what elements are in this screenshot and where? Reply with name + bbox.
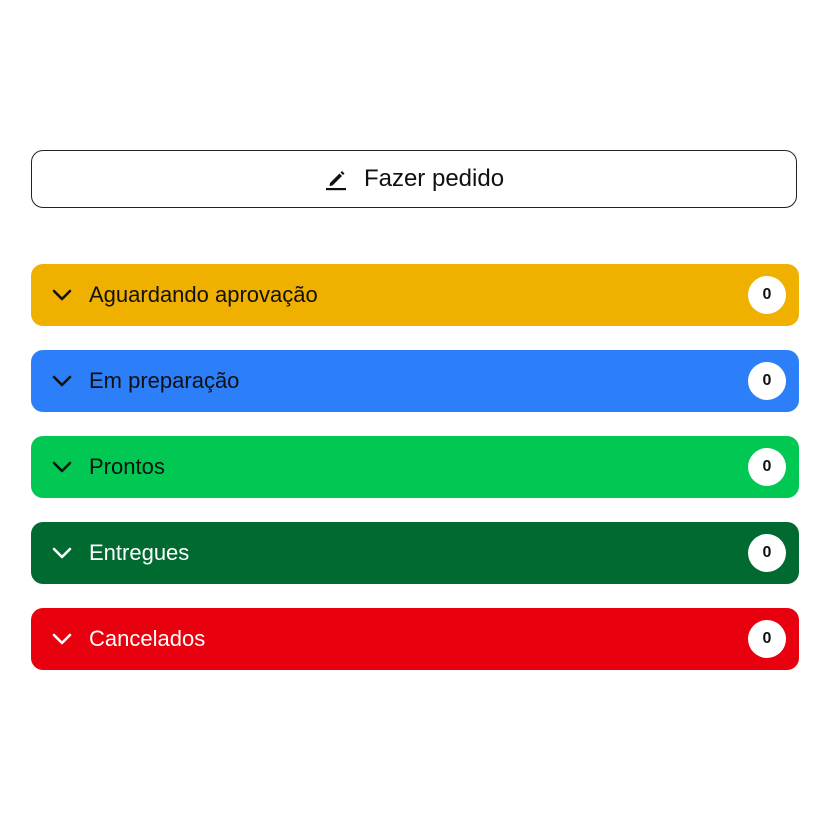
status-group-aguardando[interactable]: Aguardando aprovação 0 bbox=[31, 264, 799, 326]
chevron-down-icon[interactable] bbox=[51, 456, 73, 478]
status-group-title: Prontos bbox=[89, 454, 165, 479]
status-group-title: Aguardando aprovação bbox=[89, 282, 318, 307]
status-group-title: Cancelados bbox=[89, 626, 206, 651]
chevron-down-icon[interactable] bbox=[51, 284, 73, 306]
chevron-down-icon[interactable] bbox=[51, 628, 73, 650]
status-group-entregues[interactable]: Entregues 0 bbox=[31, 522, 799, 584]
status-count-badge: 0 bbox=[748, 362, 786, 400]
status-count-badge: 0 bbox=[748, 276, 786, 314]
status-count-badge: 0 bbox=[748, 534, 786, 572]
status-group-title: Em preparação bbox=[89, 368, 240, 393]
order-status-list: Aguardando aprovação 0 Em preparação 0 P… bbox=[31, 264, 799, 694]
status-count-badge: 0 bbox=[748, 620, 786, 658]
status-group-title: Entregues bbox=[89, 540, 190, 565]
chevron-down-icon[interactable] bbox=[51, 542, 73, 564]
status-count-badge: 0 bbox=[748, 448, 786, 486]
status-group-cancelados[interactable]: Cancelados 0 bbox=[31, 608, 799, 670]
chevron-down-icon[interactable] bbox=[51, 370, 73, 392]
new-order-button[interactable]: Fazer pedido bbox=[31, 150, 797, 208]
new-order-label: Fazer pedido bbox=[363, 165, 505, 192]
pencil-icon bbox=[324, 167, 348, 191]
status-group-prontos[interactable]: Prontos 0 bbox=[31, 436, 799, 498]
status-group-preparacao[interactable]: Em preparação 0 bbox=[31, 350, 799, 412]
